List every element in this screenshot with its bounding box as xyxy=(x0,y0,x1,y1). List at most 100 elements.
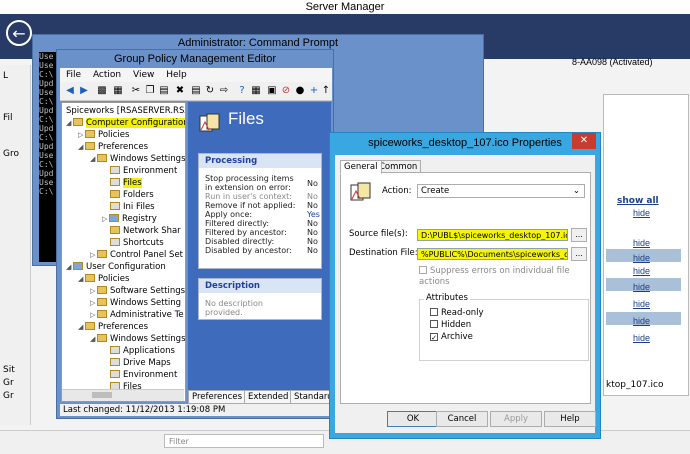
tree-user-configuration[interactable]: ◢ User Configuration xyxy=(66,261,166,273)
delete-icon[interactable]: ✖ xyxy=(174,85,186,97)
tree-preferences[interactable]: ◢ Preferences xyxy=(78,141,148,153)
nav-fragment-gr1[interactable]: Gr xyxy=(3,378,14,388)
menu-file[interactable]: File xyxy=(66,70,81,80)
forward-icon[interactable]: ▶ xyxy=(78,85,90,97)
expand-icon[interactable]: ◢ xyxy=(66,117,73,129)
hide-link[interactable]: hide xyxy=(633,316,673,328)
nav-fragment-groups[interactable]: Gro xyxy=(3,149,19,159)
expand-icon[interactable]: ▷ xyxy=(90,309,97,321)
no-entry-icon[interactable]: ⊘ xyxy=(280,85,292,97)
archive-checkbox[interactable]: ✓ Archive xyxy=(430,332,473,343)
expand-icon[interactable]: ▷ xyxy=(102,213,109,225)
tree-software-settings[interactable]: ▷ Software Settings xyxy=(90,285,185,297)
read-only-checkbox[interactable]: Read-only xyxy=(430,308,484,319)
menu-action[interactable]: Action xyxy=(93,70,121,80)
move-up-icon[interactable]: ↑ xyxy=(320,85,332,97)
expand-icon[interactable]: ◢ xyxy=(78,321,85,333)
paste-icon[interactable]: ▤ xyxy=(158,85,170,97)
expand-icon[interactable]: ◢ xyxy=(78,273,85,285)
add-icon[interactable]: + xyxy=(308,85,320,97)
hide-link[interactable]: hide xyxy=(633,253,673,265)
tree-computer-configuration[interactable]: ◢ Computer Configuration xyxy=(66,117,185,129)
expand-icon[interactable]: ▷ xyxy=(90,297,97,309)
tree-user-windows-settings[interactable]: ▷ Windows Setting xyxy=(90,297,181,309)
properties-icon[interactable]: ▤ xyxy=(190,85,202,97)
expand-icon[interactable]: ▷ xyxy=(90,249,97,261)
back-arrow-icon[interactable]: ← xyxy=(6,20,32,46)
tab-general[interactable]: General xyxy=(340,160,382,174)
expand-icon[interactable]: ▷ xyxy=(78,129,85,141)
file-properties-dialog[interactable]: spiceworks_desktop_107.ico Properties ✕ … xyxy=(329,132,601,439)
tree-network-shares[interactable]: Network Shar xyxy=(110,225,181,237)
tree-user-environment[interactable]: Environment xyxy=(110,369,177,381)
tab-extended[interactable]: Extended xyxy=(244,390,293,404)
checkmark-icon[interactable]: ✓ xyxy=(430,333,438,342)
destination-file-field[interactable]: %PUBLIC%\Documents\spiceworks_desktop_ xyxy=(417,248,568,260)
tree-policies[interactable]: ▷ Policies xyxy=(78,129,129,141)
cancel-button[interactable]: Cancel xyxy=(436,411,488,427)
tree-user-preferences[interactable]: ◢ Preferences xyxy=(78,321,148,333)
up-folder-icon[interactable]: ▩ xyxy=(96,85,108,97)
cut-icon[interactable]: ✂ xyxy=(130,85,142,97)
menu-help[interactable]: Help xyxy=(166,70,187,80)
checkbox-box[interactable] xyxy=(430,308,438,316)
tab-preferences[interactable]: Preferences xyxy=(188,390,246,404)
tree-folders[interactable]: Folders xyxy=(110,189,154,201)
tree-environment[interactable]: Environment xyxy=(110,165,177,177)
expand-icon[interactable]: ◢ xyxy=(78,141,85,153)
expand-icon[interactable]: ◢ xyxy=(90,333,97,345)
expand-icon[interactable]: ◢ xyxy=(66,261,73,273)
record-icon[interactable]: ● xyxy=(294,85,306,97)
nav-fragment-dashboard[interactable]: L xyxy=(3,71,8,81)
source-file-field[interactable]: D:\PUBL$\spiceworks_desktop_107.ico xyxy=(417,229,568,241)
show-all-link[interactable]: show all xyxy=(617,196,659,206)
nav-fragment-sites[interactable]: Sit xyxy=(3,365,15,375)
hide-link[interactable]: hide xyxy=(633,208,673,220)
show-tree-icon[interactable]: ▦ xyxy=(112,85,124,97)
suppress-errors-checkbox[interactable]: Suppress errors on individual file actio… xyxy=(419,266,590,288)
tree-user-windows-settings-2[interactable]: ◢ Windows Settings xyxy=(90,333,185,345)
help-button[interactable]: Help xyxy=(544,411,596,427)
view-icon[interactable]: ▦ xyxy=(250,85,262,97)
hidden-checkbox[interactable]: Hidden xyxy=(430,320,471,331)
checkbox-box[interactable] xyxy=(430,320,438,328)
tree-horizontal-scrollbar[interactable] xyxy=(62,389,184,401)
checkbox-box[interactable] xyxy=(419,266,427,274)
hide-link[interactable]: hide xyxy=(633,282,673,294)
hide-link[interactable]: hide xyxy=(633,299,673,311)
tree-files[interactable]: Files xyxy=(110,177,142,189)
filter-input[interactable]: Filter xyxy=(164,434,324,448)
tree-windows-settings[interactable]: ◢ Windows Settings xyxy=(90,153,185,165)
hide-link[interactable]: hide xyxy=(633,333,673,345)
hide-link[interactable]: hide xyxy=(633,238,673,250)
tree-root[interactable]: Spiceworks [RSASERVER.RSA xyxy=(66,105,185,117)
filter-icon[interactable]: ▣ xyxy=(266,85,278,97)
tree-shortcuts[interactable]: Shortcuts xyxy=(110,237,164,249)
close-icon[interactable]: ✕ xyxy=(572,133,596,149)
tree-registry[interactable]: ▷ Registry xyxy=(102,213,157,225)
gp-management-editor-window[interactable]: Group Policy Management Editor File Acti… xyxy=(56,49,337,419)
copy-icon[interactable]: ❐ xyxy=(144,85,156,97)
apply-button[interactable]: Apply xyxy=(490,411,542,427)
tree-ini-files[interactable]: Ini Files xyxy=(110,201,155,213)
menu-view[interactable]: View xyxy=(133,70,154,80)
expand-icon[interactable]: ▷ xyxy=(90,285,97,297)
nav-fragment-gr2[interactable]: Gr xyxy=(3,391,14,401)
tree-user-policies[interactable]: ◢ Policies xyxy=(78,273,129,285)
back-icon[interactable]: ◀ xyxy=(64,85,76,97)
refresh-icon[interactable]: ↻ xyxy=(204,85,216,97)
tree-control-panel[interactable]: ▷ Control Panel Set xyxy=(90,249,183,261)
browse-source-button[interactable]: ... xyxy=(571,228,587,242)
action-select[interactable]: Create ⌄ xyxy=(417,184,585,198)
hide-link[interactable]: hide xyxy=(633,266,673,278)
export-icon[interactable]: ⇨ xyxy=(218,85,230,97)
expand-icon[interactable]: ◢ xyxy=(90,153,97,165)
scrollbar-thumb[interactable] xyxy=(92,392,112,398)
tree-drive-maps[interactable]: Drive Maps xyxy=(110,357,171,369)
tree-applications[interactable]: Applications xyxy=(110,345,175,357)
nav-fragment-files[interactable]: Fil xyxy=(3,113,13,123)
browse-destination-button[interactable]: ... xyxy=(571,247,587,261)
tree-admin-templates[interactable]: ▷ Administrative Te xyxy=(90,309,184,321)
help-icon[interactable]: ? xyxy=(236,85,248,97)
ok-button[interactable]: OK xyxy=(387,411,439,427)
